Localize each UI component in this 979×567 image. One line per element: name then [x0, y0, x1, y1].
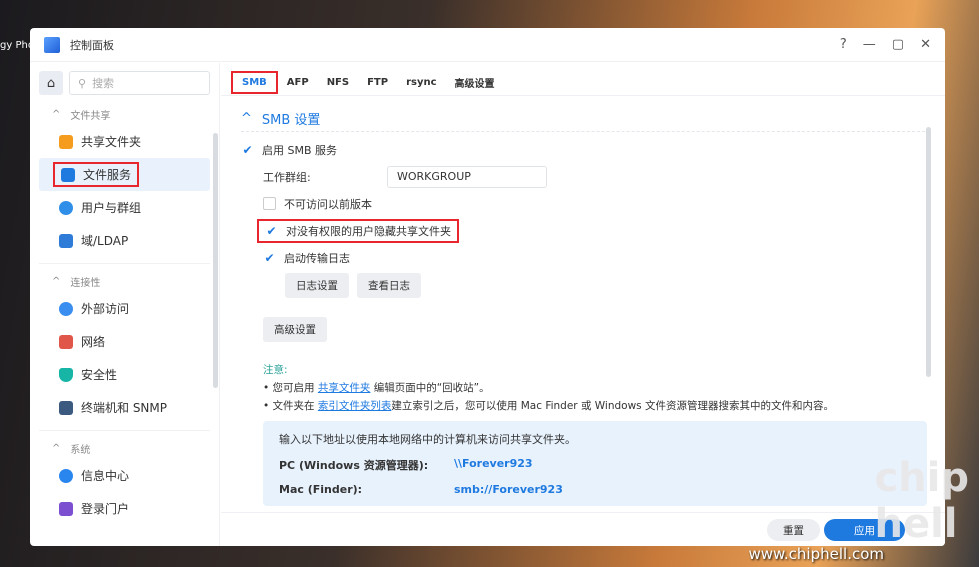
sidebar: ⌂ ⚲ 搜索 ^ 文件共享 共享文件夹 文件服务 用户与群组 域/LDAP ^ 连接性…: [30, 63, 220, 546]
workgroup-label: 工作群组:: [263, 170, 311, 184]
help-button[interactable]: ?: [840, 37, 847, 52]
home-button[interactable]: ⌂: [39, 71, 63, 95]
pc-address: \\Forever923: [454, 457, 533, 470]
footer: 重置 应用: [221, 512, 945, 546]
sidebar-item-info-center[interactable]: 信息中心: [39, 459, 210, 492]
title-bar: 控制面板 ? — ▢ ✕: [30, 28, 945, 62]
chiphell-logo: chip hell: [874, 455, 969, 547]
reset-button[interactable]: 重置: [767, 519, 820, 541]
shared-folder-link[interactable]: 共享文件夹: [318, 382, 371, 394]
chevron-up-icon: ^: [52, 275, 61, 287]
access-info-box: 输入以下地址以使用本地网络中的计算机来访问共享文件夹。 PC (Windows …: [263, 421, 927, 506]
chevron-up-icon: ^: [52, 442, 61, 454]
chevron-up-icon: ^: [52, 108, 61, 120]
index-folder-list-link[interactable]: 索引文件夹列表: [318, 400, 392, 412]
shield-icon: [59, 367, 73, 382]
section-file-sharing[interactable]: ^ 文件共享: [30, 103, 219, 125]
hide-shares-checkbox[interactable]: ✔: [265, 224, 278, 238]
note-item: • 您可启用 共享文件夹 编辑页面中的“回收站”。: [263, 382, 490, 394]
log-settings-button[interactable]: 日志设置: [285, 273, 349, 298]
network-house-icon: [59, 334, 73, 349]
main-panel: SMB AFP NFS FTP rsync 高级设置 ^ SMB 设置 ✔ 启用 S…: [221, 63, 945, 546]
sidebar-item-users-groups[interactable]: 用户与群组: [39, 191, 210, 224]
control-panel-window: 控制面板 ? — ▢ ✕ ⌂ ⚲ 搜索 ^ 文件共享 共享文件夹 文件服务 用户与群…: [30, 28, 945, 546]
sidebar-item-domain-ldap[interactable]: 域/LDAP: [39, 224, 210, 257]
tab-ftp[interactable]: FTP: [358, 73, 397, 92]
control-panel-icon: [44, 36, 60, 53]
note-title: 注意:: [263, 364, 288, 376]
terminal-icon: [59, 400, 73, 415]
advanced-settings-button[interactable]: 高级设置: [263, 317, 327, 342]
file-services-icon: [61, 167, 75, 182]
mac-address: smb://Forever923: [454, 483, 563, 496]
tab-bar: SMB AFP NFS FTP rsync 高级设置: [221, 63, 945, 96]
external-access-icon: [59, 301, 73, 316]
sidebar-item-shared-folder[interactable]: 共享文件夹: [39, 125, 210, 158]
note-item: • 文件夹在 索引文件夹列表建立索引之后，您可以使用 Mac Finder 或 …: [263, 400, 834, 412]
tab-advanced[interactable]: 高级设置: [446, 71, 504, 94]
close-button[interactable]: ✕: [920, 37, 931, 52]
sidebar-item-external-access[interactable]: 外部访问: [39, 292, 210, 325]
divider: [39, 263, 210, 264]
folder-icon: [59, 134, 73, 149]
section-connectivity[interactable]: ^ 连接性: [30, 270, 219, 292]
tab-nfs[interactable]: NFS: [318, 73, 358, 92]
chevron-up-icon: ^: [241, 111, 252, 126]
domain-icon: [59, 233, 73, 248]
users-icon: [59, 200, 73, 215]
sidebar-item-security[interactable]: 安全性: [39, 358, 210, 391]
enable-smb-checkbox[interactable]: ✔: [241, 143, 254, 157]
tab-smb[interactable]: SMB: [231, 70, 278, 94]
divider: [39, 430, 210, 431]
transfer-log-checkbox[interactable]: ✔: [263, 251, 276, 265]
prev-versions-checkbox[interactable]: [263, 197, 276, 210]
sidebar-item-terminal-snmp[interactable]: 终端机和 SNMP: [39, 391, 210, 424]
maximize-button[interactable]: ▢: [892, 37, 904, 52]
tab-rsync[interactable]: rsync: [397, 73, 445, 92]
tab-afp[interactable]: AFP: [278, 73, 318, 92]
sidebar-item-login-portal[interactable]: 登录门户: [39, 492, 210, 525]
sidebar-item-file-services[interactable]: 文件服务: [39, 158, 210, 191]
content-scrollbar[interactable]: [926, 127, 931, 377]
watermark: www.chiphell.com: [748, 545, 884, 563]
view-logs-button[interactable]: 查看日志: [357, 273, 421, 298]
login-portal-icon: [59, 501, 73, 516]
minimize-button[interactable]: —: [863, 37, 876, 52]
section-system[interactable]: ^ 系统: [30, 437, 219, 459]
desktop-label: gy Pho: [0, 40, 34, 51]
search-icon: ⚲: [78, 76, 87, 90]
smb-settings-header[interactable]: ^ SMB 设置: [241, 106, 925, 132]
workgroup-input[interactable]: WORKGROUP: [387, 165, 547, 188]
home-icon: ⌂: [46, 75, 56, 91]
info-icon: [59, 468, 73, 483]
sidebar-item-network[interactable]: 网络: [39, 325, 210, 358]
search-input[interactable]: ⚲ 搜索: [69, 71, 210, 95]
window-title: 控制面板: [70, 38, 114, 52]
sidebar-scrollbar[interactable]: [213, 133, 218, 388]
